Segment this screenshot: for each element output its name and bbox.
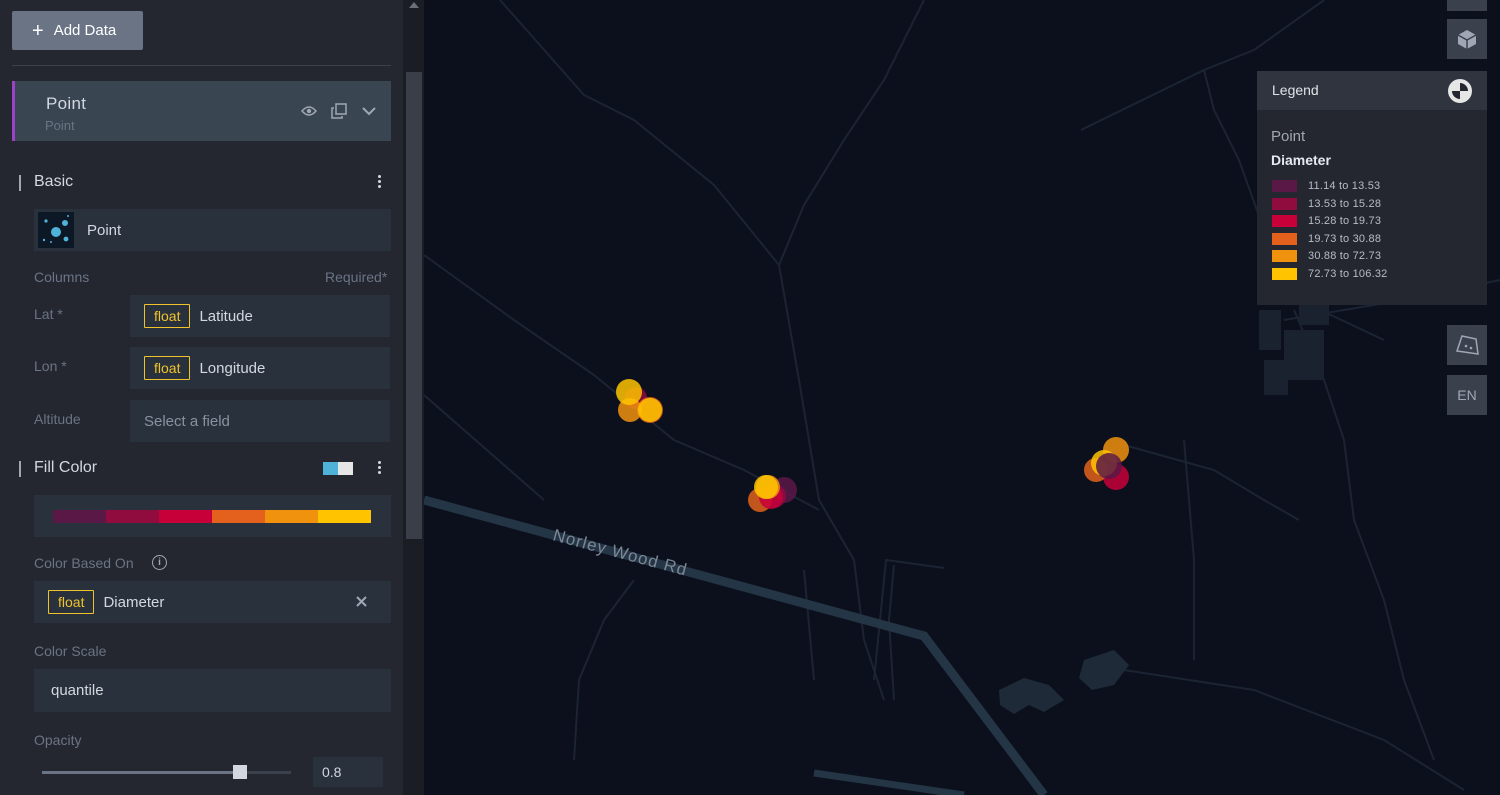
legend-swatch — [1272, 197, 1297, 210]
lat-field-value: Latitude — [199, 307, 253, 325]
lat-label: Lat * — [34, 306, 63, 322]
altitude-label: Altitude — [34, 411, 81, 427]
palette-swatch — [159, 510, 212, 523]
color-scale-value: quantile — [51, 682, 104, 699]
scrollbar-thumb[interactable] — [406, 72, 422, 539]
legend-range-label: 19.73 to 30.88 — [1308, 232, 1382, 245]
legend-item: 11.14 to 13.53 — [1272, 179, 1380, 193]
data-point[interactable] — [1096, 453, 1122, 479]
lon-label: Lon * — [34, 358, 67, 374]
palette-swatch — [318, 510, 371, 523]
fill-color-menu-icon[interactable] — [376, 461, 382, 474]
type-tag: float — [144, 356, 191, 380]
data-points — [616, 379, 1129, 512]
layer-panel: + Add Data Point Point Basic Point Colum… — [0, 0, 403, 795]
legend-range-label: 15.28 to 19.73 — [1308, 215, 1382, 228]
cube-icon — [1457, 30, 1477, 49]
clear-icon[interactable] — [355, 595, 368, 613]
legend-range-label: 30.88 to 72.73 — [1308, 250, 1382, 263]
add-data-label: Add Data — [53, 22, 117, 39]
scroll-up-icon[interactable] — [409, 2, 419, 8]
legend-swatch — [1272, 250, 1297, 263]
color-palette-selector[interactable] — [34, 495, 391, 537]
lon-field-value: Longitude — [199, 359, 266, 377]
road-label: Norley Wood Rd — [551, 526, 690, 580]
add-data-button[interactable]: + Add Data — [12, 11, 143, 50]
chevron-down-icon[interactable] — [359, 101, 379, 121]
basic-menu-icon[interactable] — [376, 175, 382, 188]
legend-item: 30.88 to 72.73 — [1272, 249, 1381, 263]
color-field-value: Diameter — [103, 593, 165, 611]
section-title-fill-color[interactable]: Fill Color — [34, 459, 97, 477]
locale-button[interactable]: EN — [1447, 375, 1487, 415]
color-based-on-label: Color Based On — [34, 555, 134, 571]
opacity-label: Opacity — [34, 732, 82, 748]
legend-toggle-icon[interactable] — [1448, 79, 1472, 103]
polygon-icon — [1456, 335, 1479, 355]
palette-swatch — [106, 510, 159, 523]
map-control-button[interactable] — [1447, 0, 1487, 11]
sidebar-scrollbar[interactable] — [403, 0, 424, 795]
required-label: Required* — [325, 269, 388, 285]
draw-polygon-button[interactable] — [1447, 325, 1487, 365]
color-scale-label: Color Scale — [34, 643, 107, 659]
legend-range-label: 11.14 to 13.53 — [1308, 180, 1381, 192]
layer-header[interactable]: Point Point — [12, 81, 391, 141]
legend-item: 15.28 to 19.73 — [1272, 214, 1381, 228]
fill-color-toggle[interactable] — [323, 462, 353, 475]
type-tag: float — [48, 590, 95, 614]
3d-map-button[interactable] — [1447, 19, 1487, 59]
color-palette — [53, 510, 371, 523]
layer-title[interactable]: Point — [46, 94, 86, 114]
legend-range-label: 72.73 to 106.32 — [1308, 268, 1388, 280]
palette-swatch — [265, 510, 318, 523]
legend-item: 72.73 to 106.32 — [1272, 267, 1387, 281]
data-point[interactable] — [638, 398, 662, 422]
section-title-basic[interactable]: Basic — [34, 173, 73, 191]
section-marker — [19, 461, 21, 477]
legend-item: 19.73 to 30.88 — [1272, 232, 1381, 246]
palette-swatch — [53, 510, 106, 523]
map-legend: Legend Point Diameter 11.14 to 13.53 13.5… — [1257, 71, 1487, 305]
section-marker — [19, 175, 21, 191]
palette-swatch — [212, 510, 265, 523]
point-layer-icon — [38, 212, 74, 248]
divider — [12, 65, 391, 66]
color-field-selector[interactable]: float Diameter — [34, 581, 391, 623]
legend-header[interactable]: Legend — [1257, 71, 1487, 110]
color-scale-selector[interactable]: quantile — [34, 669, 391, 712]
opacity-input[interactable]: 0.8 — [313, 757, 383, 787]
legend-header-label: Legend — [1272, 82, 1319, 98]
info-icon[interactable]: i — [152, 555, 167, 570]
lat-field-selector[interactable]: float Latitude — [130, 295, 390, 337]
lon-field-selector[interactable]: float Longitude — [130, 347, 390, 389]
duplicate-icon[interactable] — [329, 101, 349, 121]
columns-label: Columns — [34, 269, 90, 285]
legend-layer-name: Point — [1271, 128, 1306, 145]
data-point[interactable] — [616, 379, 642, 405]
legend-swatch — [1272, 215, 1297, 228]
opacity-slider-handle[interactable] — [233, 765, 247, 779]
legend-item: 13.53 to 15.28 — [1272, 197, 1381, 211]
altitude-field-selector[interactable]: Select a field — [130, 400, 390, 442]
plus-icon: + — [32, 19, 44, 42]
legend-field-name: Diameter — [1271, 152, 1331, 168]
altitude-placeholder: Select a field — [144, 412, 230, 430]
layer-subtitle: Point — [45, 118, 75, 133]
eye-icon[interactable] — [299, 101, 319, 121]
legend-swatch — [1272, 180, 1297, 192]
layer-type-selector[interactable]: Point — [34, 209, 391, 251]
legend-swatch — [1272, 232, 1297, 245]
legend-swatch — [1272, 268, 1297, 280]
opacity-slider-fill — [42, 771, 240, 774]
legend-range-label: 13.53 to 15.28 — [1308, 197, 1382, 210]
layer-type-label: Point — [87, 221, 122, 239]
data-point[interactable] — [754, 475, 778, 499]
type-tag: float — [144, 304, 191, 328]
